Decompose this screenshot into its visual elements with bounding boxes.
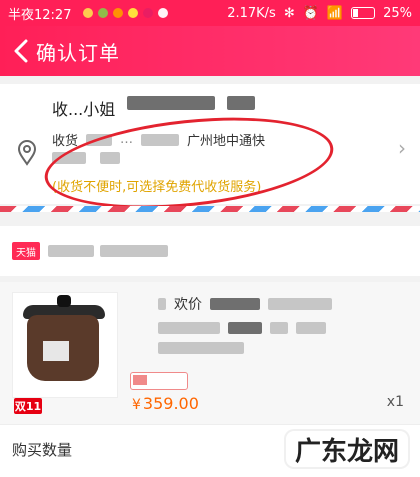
promo-tag bbox=[130, 372, 188, 390]
order-item[interactable]: 双11 欢价 ¥359.00 x1 bbox=[0, 282, 420, 424]
recipient-name-redacted bbox=[127, 96, 216, 110]
buy-quantity-label: 购买数量 bbox=[12, 441, 73, 459]
battery-icon bbox=[351, 7, 376, 19]
recipient-name-row: 收...小姐 bbox=[52, 96, 256, 120]
chevron-left-icon bbox=[14, 39, 28, 63]
recipient-phone-redacted bbox=[227, 96, 256, 110]
product-title-prefix: 欢价 bbox=[174, 297, 202, 313]
airmail-divider bbox=[0, 206, 420, 212]
location-pin-icon bbox=[17, 140, 37, 166]
recipient-name: 收...小姐 bbox=[52, 100, 116, 119]
product-thumbnail[interactable] bbox=[12, 292, 118, 398]
battery-percent: 25% bbox=[383, 5, 412, 21]
top-bar: 确认订单 bbox=[0, 26, 420, 76]
status-time: 半夜12:27 bbox=[8, 7, 72, 23]
network-speed: 2.17K/s bbox=[227, 5, 276, 21]
product-quantity: x1 bbox=[386, 394, 404, 410]
shop-name-redacted bbox=[48, 245, 168, 257]
wifi-icon: 📶 bbox=[326, 5, 344, 21]
pot-knob bbox=[57, 295, 71, 307]
status-bar: 半夜12:27 2.17K/s ✻ ⏰ 📶 25% bbox=[0, 0, 420, 26]
chevron-right-icon: › bbox=[398, 136, 406, 160]
product-title: 欢价 bbox=[158, 294, 398, 354]
shop-header[interactable]: 天猫 bbox=[0, 226, 420, 276]
back-button[interactable] bbox=[6, 26, 36, 76]
buy-quantity-row[interactable]: 购买数量 广东龙网 bbox=[0, 424, 420, 477]
watermark: 广东龙网 bbox=[284, 429, 410, 469]
product-price: ¥359.00 bbox=[132, 394, 199, 413]
pot-control-panel bbox=[43, 341, 69, 361]
bluetooth-icon: ✻ bbox=[283, 5, 295, 21]
notification-icons bbox=[83, 8, 169, 18]
sale-badge: 双11 bbox=[14, 398, 42, 414]
tmall-badge: 天猫 bbox=[12, 242, 40, 260]
alarm-icon: ⏰ bbox=[302, 5, 319, 21]
page-title: 确认订单 bbox=[36, 40, 120, 65]
